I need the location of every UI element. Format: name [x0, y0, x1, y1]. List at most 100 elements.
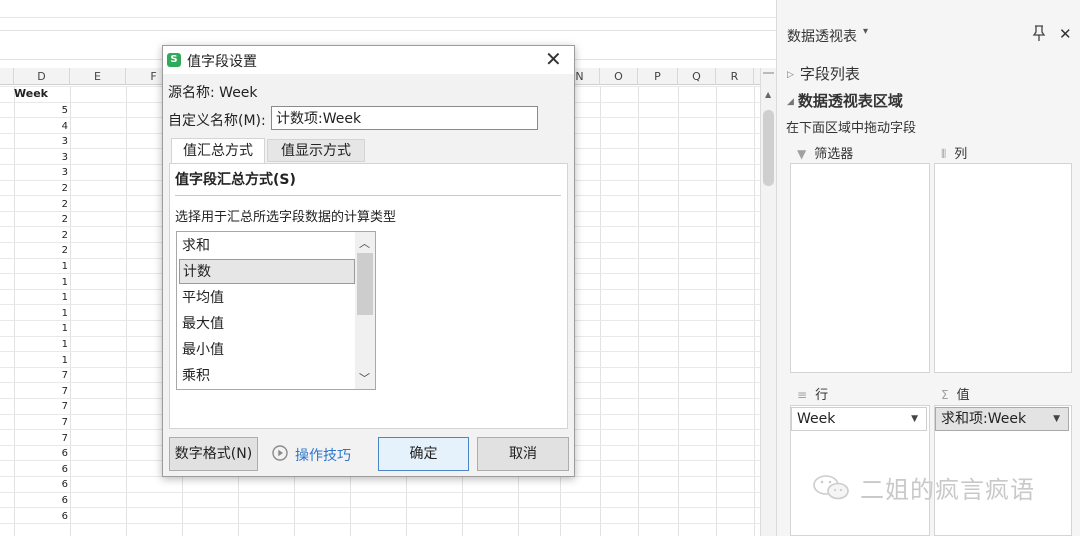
grid-column-line: [678, 86, 679, 536]
columns-zone-label: ⦀ 列: [941, 143, 967, 162]
section-divider: [175, 195, 561, 196]
list-item[interactable]: 最小值: [179, 338, 355, 363]
column-header-p[interactable]: P: [638, 68, 678, 85]
dialog-title: 值字段设置: [187, 54, 257, 70]
columns-zone-text: 列: [954, 147, 968, 162]
week-value-cell[interactable]: 1: [14, 275, 68, 290]
week-value-cell[interactable]: 1: [14, 321, 68, 336]
wechat-logo-icon: [813, 475, 849, 500]
grid-column-line: [716, 86, 717, 536]
grid-column-line: [754, 86, 755, 536]
list-item[interactable]: 平均值: [179, 286, 355, 311]
week-value-cell[interactable]: 5: [14, 103, 68, 118]
tips-link[interactable]: 操作技巧: [295, 445, 351, 465]
grid-column-line: [70, 86, 71, 536]
week-value-cell[interactable]: 2: [14, 228, 68, 243]
week-value-cell[interactable]: 1: [14, 337, 68, 352]
filter-zone-label: ▼ 筛选器: [797, 143, 853, 162]
week-value-cell[interactable]: 6: [14, 493, 68, 508]
columns-drop-zone[interactable]: [934, 163, 1072, 373]
column-header-r[interactable]: R: [716, 68, 754, 85]
filter-drop-zone[interactable]: [790, 163, 930, 373]
sheet-vertical-scrollbar[interactable]: ▲: [760, 68, 776, 536]
row-field-label: Week: [797, 411, 836, 427]
week-value-cell[interactable]: 1: [14, 353, 68, 368]
collapsed-triangle-icon: ▷: [787, 70, 794, 80]
grid-column-line: [126, 86, 127, 536]
week-value-cell[interactable]: 3: [14, 150, 68, 165]
week-value-cell[interactable]: 6: [14, 462, 68, 477]
close-icon[interactable]: ✕: [545, 48, 562, 70]
pin-icon[interactable]: [1031, 24, 1047, 42]
week-value-cell[interactable]: 6: [14, 477, 68, 492]
grid-row-line: [0, 507, 760, 508]
custom-name-input[interactable]: [271, 106, 538, 130]
week-value-cell[interactable]: 7: [14, 399, 68, 414]
list-item[interactable]: 最大值: [179, 312, 355, 337]
list-item[interactable]: 求和: [179, 234, 355, 259]
week-value-cell[interactable]: 3: [14, 165, 68, 180]
rows-icon: ≡: [797, 388, 808, 402]
dialog-titlebar[interactable]: S 值字段设置 ✕: [163, 46, 574, 74]
week-value-cell[interactable]: 1: [14, 290, 68, 305]
chevron-up-icon[interactable]: ︿: [359, 235, 370, 251]
tab-show-values-as[interactable]: 值显示方式: [267, 139, 365, 162]
tab-summarize-by[interactable]: 值汇总方式: [171, 138, 265, 163]
column-header-d[interactable]: D: [14, 68, 70, 85]
close-pane-icon[interactable]: ✕: [1059, 25, 1072, 43]
list-scrollbar[interactable]: ︿ ﹀: [355, 232, 375, 389]
week-value-cell[interactable]: 7: [14, 415, 68, 430]
filter-zone-text: 筛选器: [814, 147, 854, 162]
grid-column-line: [600, 86, 601, 536]
list-scroll-thumb[interactable]: [357, 253, 373, 315]
week-value-cell[interactable]: 7: [14, 431, 68, 446]
field-list-toggle[interactable]: ▷ 字段列表: [787, 63, 860, 84]
scroll-up-arrow-icon[interactable]: ▲: [765, 90, 771, 99]
pivot-area-label: 数据透视表区域: [797, 92, 903, 110]
grid-row-line: [0, 523, 760, 524]
scroll-thumb[interactable]: [763, 110, 774, 186]
week-value-cell[interactable]: 2: [14, 243, 68, 258]
source-name-row: 源名称: Week: [168, 82, 258, 102]
split-grip[interactable]: [763, 72, 774, 74]
row-field-chip[interactable]: Week ▼: [791, 407, 927, 431]
week-value-cell[interactable]: 6: [14, 509, 68, 524]
watermark-text: 二姐的疯言疯语: [860, 476, 1035, 504]
pivot-area-toggle[interactable]: ◢ 数据透视表区域: [787, 90, 903, 111]
list-item[interactable]: 乘积: [179, 364, 355, 389]
list-item-selected[interactable]: 计数: [179, 259, 355, 284]
drag-hint-text: 在下面区域中拖动字段: [786, 121, 917, 136]
week-value-cell[interactable]: 6: [14, 446, 68, 461]
column-header-e[interactable]: E: [70, 68, 126, 85]
tab-panel: 值字段汇总方式(S) 选择用于汇总所选字段数据的计算类型 求和 计数 平均值 最…: [169, 163, 568, 429]
column-header-q[interactable]: Q: [678, 68, 716, 85]
pivot-table-pane: 数据透视表 ▾ ✕ ▷ 字段列表 ◢ 数据透视表区域 在下面区域中拖动字段 ▼ 筛选器…: [776, 0, 1080, 536]
week-header-cell[interactable]: Week: [14, 87, 48, 100]
field-list-label: 字段列表: [799, 65, 860, 83]
value-field-chip[interactable]: 求和项:Week ▼: [935, 407, 1069, 431]
ok-button[interactable]: 确定: [378, 437, 469, 471]
pane-title-caret-icon[interactable]: ▾: [863, 26, 868, 37]
pane-title[interactable]: 数据透视表: [787, 26, 857, 46]
value-field-dropdown-icon[interactable]: ▼: [1053, 408, 1060, 430]
expanded-triangle-icon: ◢: [787, 97, 794, 107]
play-circle-icon[interactable]: [272, 445, 288, 461]
week-value-cell[interactable]: 7: [14, 368, 68, 383]
cancel-button[interactable]: 取消: [477, 437, 569, 471]
filter-icon: ▼: [797, 147, 807, 161]
number-format-button[interactable]: 数字格式(N): [169, 437, 258, 471]
week-value-cell[interactable]: 2: [14, 181, 68, 196]
row-field-dropdown-icon[interactable]: ▼: [911, 408, 918, 430]
columns-icon: ⦀: [941, 147, 947, 161]
column-header-o[interactable]: O: [600, 68, 638, 85]
values-zone-text: 值: [956, 388, 970, 403]
summary-function-list[interactable]: 求和 计数 平均值 最大值 最小值 乘积 ︿ ﹀: [176, 231, 376, 390]
week-value-cell[interactable]: 4: [14, 119, 68, 134]
chevron-down-icon[interactable]: ﹀: [359, 370, 370, 386]
week-value-cell[interactable]: 2: [14, 212, 68, 227]
week-value-cell[interactable]: 2: [14, 197, 68, 212]
week-value-cell[interactable]: 7: [14, 384, 68, 399]
week-value-cell[interactable]: 1: [14, 259, 68, 274]
week-value-cell[interactable]: 1: [14, 306, 68, 321]
week-value-cell[interactable]: 3: [14, 134, 68, 149]
